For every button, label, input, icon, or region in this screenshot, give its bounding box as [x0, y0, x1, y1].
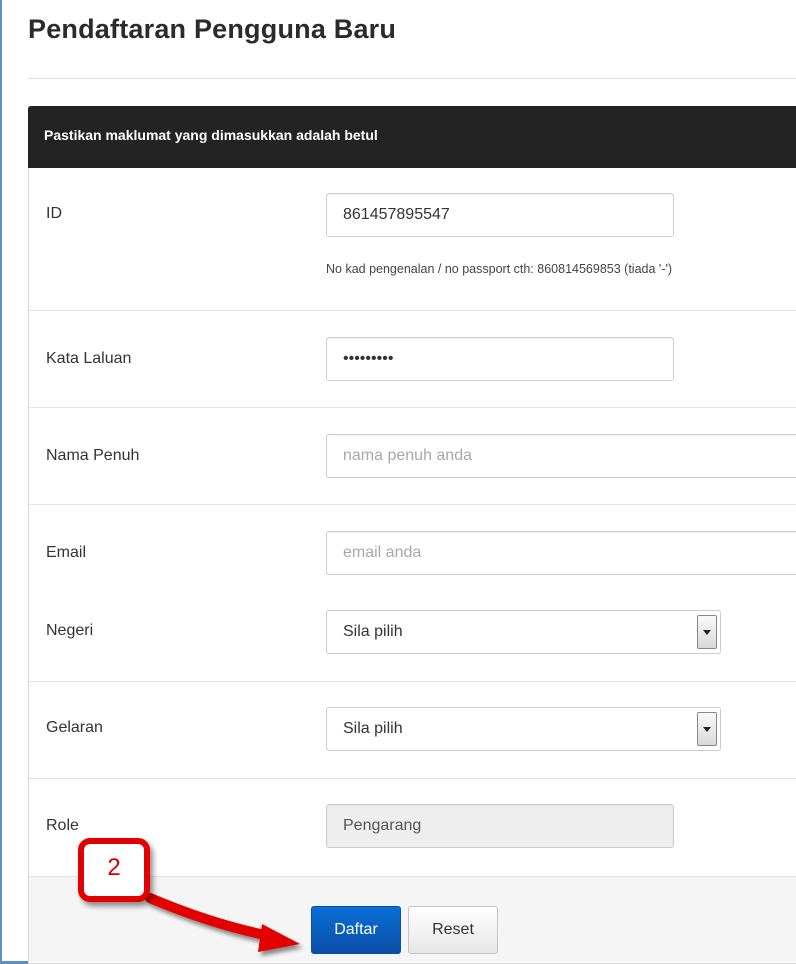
- panel-header: Pastikan maklumat yang dimasukkan adalah…: [28, 106, 796, 168]
- page-title: Pendaftaran Pengguna Baru: [28, 14, 397, 44]
- state-select[interactable]: Sila pilih: [326, 610, 721, 654]
- row-divider: [29, 407, 796, 408]
- id-help-text: No kad pengenalan / no passport cth: 860…: [326, 262, 672, 276]
- row-divider: [29, 778, 796, 779]
- panel-header-text: Pastikan maklumat yang dimasukkan adalah…: [44, 127, 378, 143]
- role-label: Role: [46, 817, 79, 834]
- role-input: [326, 804, 674, 848]
- email-label: Email: [46, 544, 87, 561]
- step-callout: 2: [78, 838, 150, 902]
- row-divider: [29, 504, 796, 505]
- window-frame-left: [0, 0, 2, 964]
- reset-button[interactable]: Reset: [408, 906, 498, 954]
- title-select[interactable]: Sila pilih: [326, 707, 721, 751]
- dropdown-arrow-icon[interactable]: [697, 712, 717, 746]
- row-divider: [29, 681, 796, 682]
- email-input[interactable]: [326, 531, 796, 575]
- submit-button[interactable]: Daftar: [311, 906, 401, 954]
- state-label: Negeri: [46, 622, 94, 639]
- row-divider: [29, 310, 796, 311]
- id-input[interactable]: [326, 193, 674, 237]
- fullname-label: Nama Penuh: [46, 447, 140, 464]
- step-number: 2: [107, 854, 121, 881]
- title-divider: [28, 78, 796, 79]
- id-label: ID: [46, 205, 62, 222]
- fullname-input[interactable]: [326, 434, 796, 478]
- password-label: Kata Laluan: [46, 350, 132, 367]
- title-selected-value: Sila pilih: [343, 720, 403, 737]
- state-selected-value: Sila pilih: [343, 623, 403, 640]
- dropdown-arrow-icon[interactable]: [697, 615, 717, 649]
- title-label: Gelaran: [46, 719, 103, 736]
- password-input[interactable]: [326, 337, 674, 381]
